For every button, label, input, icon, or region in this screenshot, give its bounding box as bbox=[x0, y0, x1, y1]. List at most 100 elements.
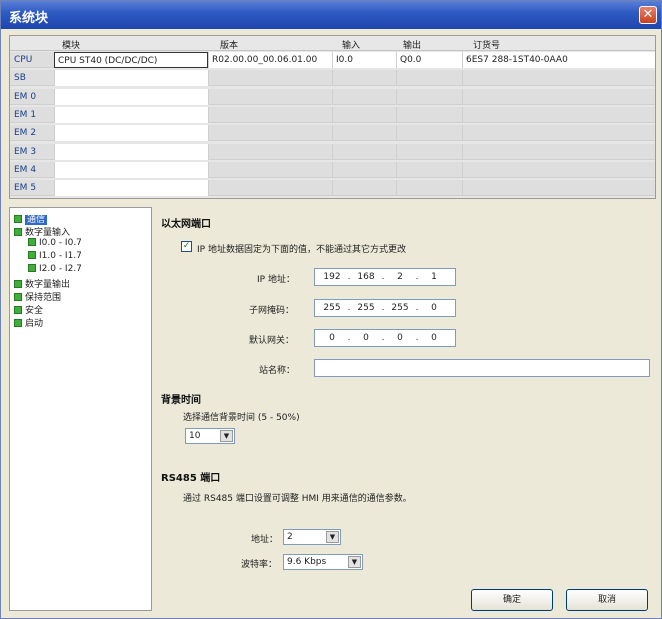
col-header-input: 输入 bbox=[342, 41, 361, 51]
tree-item-i0[interactable]: I0.0 - I0.7 bbox=[28, 238, 82, 250]
table-row[interactable]: EM 3 bbox=[10, 143, 655, 160]
cell-version: R02.00.00_00.06.01.00 bbox=[208, 52, 332, 68]
row-slot-label: EM 5 bbox=[14, 183, 37, 194]
table-row[interactable]: SB bbox=[10, 70, 655, 87]
cell-output bbox=[396, 161, 462, 178]
cell-order bbox=[462, 88, 655, 105]
baud-rate-select[interactable]: 9.6 Kbps ▼ bbox=[283, 554, 363, 570]
tree-item-i2[interactable]: I2.0 - I2.7 bbox=[28, 264, 82, 276]
ok-button[interactable]: 确定 bbox=[471, 589, 553, 611]
table-row[interactable]: CPU CPU ST40 (DC/DC/DC) R02.00.00_00.06.01… bbox=[10, 52, 655, 68]
cell-version bbox=[208, 70, 332, 87]
ip-address-field[interactable]: 192. 168. 2. 1 bbox=[314, 268, 456, 286]
cell-version bbox=[208, 88, 332, 105]
col-header-order: 订货号 bbox=[473, 41, 501, 51]
cell-input bbox=[332, 180, 396, 197]
node-icon bbox=[28, 264, 36, 272]
col-header-version: 版本 bbox=[220, 41, 239, 51]
cell-module[interactable] bbox=[54, 161, 208, 178]
row-slot-label: EM 1 bbox=[14, 109, 37, 120]
cell-order bbox=[462, 125, 655, 142]
gateway-label: 默认网关： bbox=[249, 336, 295, 346]
ethernet-title: 以太网端口 bbox=[161, 219, 211, 230]
cell-input bbox=[332, 70, 396, 87]
rs485-title: RS485 端口 bbox=[161, 473, 221, 484]
rs485-address-label: 地址： bbox=[251, 535, 279, 545]
ip-label: IP 地址： bbox=[257, 275, 295, 285]
cell-order: 6ES7 288-1ST40-0AA0 bbox=[462, 52, 655, 68]
node-icon bbox=[28, 238, 36, 246]
cell-input bbox=[332, 88, 396, 105]
cell-output bbox=[396, 125, 462, 142]
rs485-address-select[interactable]: 2 ▼ bbox=[283, 529, 341, 545]
cell-output bbox=[396, 106, 462, 123]
row-slot-label: EM 2 bbox=[14, 128, 37, 139]
node-icon bbox=[14, 215, 22, 223]
subnet-mask-field[interactable]: 255. 255. 255. 0 bbox=[314, 299, 456, 317]
title-bar: 系统块 ✕ bbox=[1, 1, 661, 29]
cell-order bbox=[462, 180, 655, 197]
tree-item-i1[interactable]: I1.0 - I1.7 bbox=[28, 251, 82, 263]
row-slot-label: EM 0 bbox=[14, 91, 37, 102]
tree-item-digital-output[interactable]: 数字量输出 bbox=[14, 277, 70, 290]
node-icon bbox=[14, 280, 22, 288]
cell-input bbox=[332, 125, 396, 142]
cell-module[interactable] bbox=[54, 143, 208, 160]
tree-item-retentive[interactable]: 保持范围 bbox=[14, 290, 61, 303]
table-row[interactable]: EM 4 bbox=[10, 161, 655, 178]
cell-order bbox=[462, 70, 655, 87]
cell-version bbox=[208, 180, 332, 197]
rs485-desc: 通过 RS485 端口设置可调整 HMI 用来通信的通信参数。 bbox=[183, 494, 412, 504]
node-icon bbox=[28, 251, 36, 259]
cell-module[interactable] bbox=[54, 70, 208, 87]
cell-input bbox=[332, 106, 396, 123]
row-slot-label: SB bbox=[14, 73, 26, 84]
cell-output bbox=[396, 143, 462, 160]
cell-module[interactable]: CPU ST40 (DC/DC/DC) bbox=[54, 52, 208, 68]
cell-module[interactable] bbox=[54, 180, 208, 197]
chevron-down-icon: ▼ bbox=[348, 556, 361, 568]
cell-module[interactable] bbox=[54, 125, 208, 142]
cell-order bbox=[462, 143, 655, 160]
background-time-desc: 选择通信背景时间 (5 - 50%) bbox=[183, 413, 300, 423]
node-icon bbox=[14, 228, 22, 236]
cell-version bbox=[208, 143, 332, 160]
chevron-down-icon: ▼ bbox=[326, 531, 339, 543]
tree-item-communication[interactable]: 通信 bbox=[14, 212, 48, 225]
cell-output bbox=[396, 88, 462, 105]
table-row[interactable]: EM 5 bbox=[10, 180, 655, 197]
fixed-ip-label: IP 地址数据固定为下面的值，不能通过其它方式更改 bbox=[197, 245, 406, 255]
cell-input bbox=[332, 161, 396, 178]
tree-item-security[interactable]: 安全 bbox=[14, 303, 43, 316]
system-block-dialog: 系统块 ✕ 模块 版本 输入 输出 订货号 CPU CPU ST40 (DC/DC… bbox=[0, 0, 662, 619]
cancel-button[interactable]: 取消 bbox=[566, 589, 648, 611]
table-row[interactable]: EM 1 bbox=[10, 106, 655, 123]
tree-item-digital-input[interactable]: 数字量输入 bbox=[14, 225, 70, 238]
chevron-down-icon: ▼ bbox=[220, 430, 233, 442]
baud-rate-label: 波特率： bbox=[241, 560, 278, 570]
cell-output bbox=[396, 70, 462, 87]
node-icon bbox=[14, 293, 22, 301]
close-icon[interactable]: ✕ bbox=[639, 6, 657, 24]
station-label: 站名称： bbox=[259, 366, 296, 376]
subnet-label: 子网掩码： bbox=[249, 306, 295, 316]
row-slot-label: CPU bbox=[14, 55, 33, 65]
gateway-field[interactable]: 0. 0. 0. 0 bbox=[314, 329, 456, 347]
background-time-select[interactable]: 10 ▼ bbox=[185, 428, 235, 444]
cell-version bbox=[208, 125, 332, 142]
tree-item-startup[interactable]: 启动 bbox=[14, 316, 43, 329]
station-name-input[interactable] bbox=[314, 359, 650, 377]
table-row[interactable]: EM 0 bbox=[10, 88, 655, 105]
fixed-ip-checkbox[interactable]: ✓ bbox=[181, 241, 192, 252]
table-row[interactable]: EM 2 bbox=[10, 125, 655, 142]
cell-input bbox=[332, 143, 396, 160]
cell-module[interactable] bbox=[54, 106, 208, 123]
cell-output: Q0.0 bbox=[396, 52, 462, 68]
cell-order bbox=[462, 161, 655, 178]
node-icon bbox=[14, 319, 22, 327]
cell-input: I0.0 bbox=[332, 52, 396, 68]
col-header-module: 模块 bbox=[62, 41, 81, 51]
background-time-title: 背景时间 bbox=[161, 395, 201, 406]
cell-module[interactable] bbox=[54, 88, 208, 105]
window-title: 系统块 bbox=[9, 11, 49, 26]
